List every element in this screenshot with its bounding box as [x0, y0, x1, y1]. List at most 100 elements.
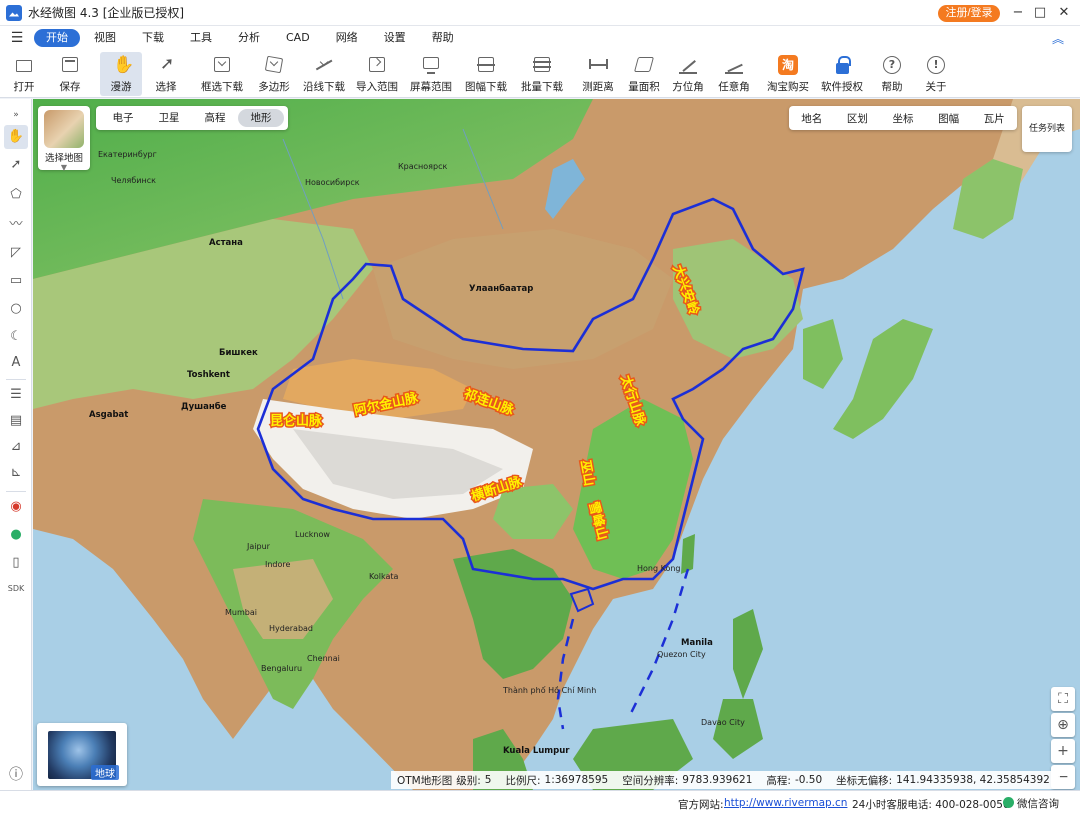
polygon-download-button[interactable]: 多边形 [254, 52, 294, 96]
elevation-value: -0.50 [794, 774, 823, 786]
level-value: 5 [484, 774, 492, 786]
place-label: Красноярск [398, 162, 447, 171]
fullscreen-icon[interactable]: ⛶ [1051, 687, 1075, 711]
measure-distance-button[interactable]: 测距离 [578, 52, 618, 96]
place-label: Lucknow [295, 530, 330, 539]
angle-icon[interactable]: ⊾ [4, 461, 28, 485]
menu-help[interactable]: 帮助 [420, 29, 466, 47]
sheet-download-button[interactable]: 图幅下载 [462, 52, 510, 96]
map-type-tabs: 电子 卫星 高程 地形 [96, 106, 288, 130]
screen-range-button[interactable]: 屏幕范围 [408, 52, 454, 96]
import-range-button[interactable]: 导入范围 [354, 52, 400, 96]
cursor-icon: ➚ [160, 54, 175, 74]
layers-icon[interactable]: ☰ [4, 383, 28, 407]
zoom-in-icon[interactable]: + [1051, 739, 1075, 763]
basemap-selector[interactable]: 选择地图 ▼ [38, 106, 90, 172]
tab-coordinates[interactable]: 坐标 [880, 111, 926, 126]
left-toolbar: » ✋ ➚ ⬠ 〰 ◸ ▭ ○ ☾ A ☰ ▤ ⊿ ⊾ ◉ ● ▯ SDK ⓘ [0, 99, 32, 790]
locate-icon[interactable]: ⊕ [1051, 713, 1075, 737]
taobao-icon: 淘 [777, 54, 799, 76]
tab-terrain[interactable]: 地形 [238, 109, 284, 127]
coordinates-value: 141.94335938, 42.35854392 [896, 774, 1050, 786]
ruler-icon [587, 54, 609, 76]
place-label: Kuala Lumpur [503, 746, 570, 756]
help-icon[interactable]: ⓘ [4, 763, 28, 787]
azimuth-icon [677, 54, 699, 76]
open-button[interactable]: 打开 [6, 52, 42, 96]
tab-electronic[interactable]: 电子 [100, 109, 146, 127]
license-button[interactable]: 软件授权 [818, 52, 866, 96]
menu-analysis[interactable]: 分析 [226, 29, 272, 47]
phone-icon[interactable]: ▯ [4, 551, 28, 575]
toolbar-divider [6, 491, 26, 492]
line-download-button[interactable]: 沿线下载 [300, 52, 348, 96]
place-label: Quezon City [657, 650, 706, 659]
any-angle-button[interactable]: 任意角 [714, 52, 754, 96]
pan-button[interactable]: ✋ 漫游 [100, 52, 142, 96]
batch-download-button[interactable]: 批量下载 [518, 52, 566, 96]
link-icon[interactable]: ● [4, 523, 28, 547]
help-button[interactable]: ? 帮助 [874, 52, 910, 96]
chevron-down-icon: ▼ [60, 163, 68, 172]
save-button[interactable]: 保存 [52, 52, 88, 96]
resolution-value: 9783.939621 [682, 774, 753, 786]
offset-label: 坐标无偏移: [836, 774, 893, 787]
login-button[interactable]: 注册/登录 [938, 5, 1000, 22]
globe-view-button[interactable]: 地球 [37, 723, 127, 786]
area-icon [633, 54, 655, 76]
polygon-icon[interactable]: ⬠ [4, 183, 28, 207]
hotline-text: 24小时客服电话: 400-028-0050 [852, 799, 1010, 811]
site-link[interactable]: http://www.rivermap.cn [724, 797, 847, 809]
flag-icon[interactable]: ◉ [4, 495, 28, 519]
task-list-button[interactable]: 任务列表 [1022, 106, 1072, 152]
ruler-icon[interactable]: ▤ [4, 409, 28, 433]
tab-sheets[interactable]: 图幅 [926, 111, 972, 126]
moon-icon[interactable]: ☾ [4, 325, 28, 349]
menu-cad[interactable]: CAD [274, 29, 322, 47]
hamburger-menu-icon[interactable]: ☰ [0, 30, 34, 46]
rectangle-icon[interactable]: ▭ [4, 269, 28, 293]
close-icon[interactable]: ✕ [1054, 3, 1074, 23]
polygon-icon [263, 54, 285, 76]
about-button[interactable]: ! 关于 [918, 52, 954, 96]
footer-bar: 官方网站: http://www.rivermap.cn 24小时客服电话: 4… [0, 790, 1080, 814]
save-icon [59, 54, 81, 76]
azimuth-button[interactable]: 方位角 [668, 52, 708, 96]
sector-icon[interactable]: ◸ [4, 241, 28, 265]
expand-icon[interactable]: » [4, 103, 28, 127]
text-icon[interactable]: A [4, 351, 28, 375]
place-label: Manila [681, 638, 713, 648]
map-canvas[interactable]: 大兴安岭 太行山脉 巫山 雪峰山 昆仑山脉 阿尔金山脉 祁连山脉 横断山脉 Ек… [33, 99, 1080, 790]
place-label: Indore [265, 560, 291, 569]
menu-tools[interactable]: 工具 [178, 29, 224, 47]
tab-place-names[interactable]: 地名 [789, 111, 835, 126]
maximize-icon[interactable]: □ [1030, 3, 1050, 23]
question-icon: ? [881, 54, 903, 76]
polyline-icon[interactable]: 〰 [4, 213, 28, 237]
select-button[interactable]: ➚ 选择 [148, 52, 184, 96]
batch-icon [531, 54, 553, 76]
wechat-consult-button[interactable]: 微信咨询 [1003, 796, 1075, 811]
import-icon [366, 54, 388, 76]
mark-icon[interactable]: ⊿ [4, 435, 28, 459]
tab-tiles[interactable]: 瓦片 [971, 111, 1017, 126]
menu-view[interactable]: 视图 [82, 29, 128, 47]
menu-start[interactable]: 开始 [34, 29, 80, 47]
taobao-buy-button[interactable]: 淘 淘宝购买 [764, 52, 812, 96]
menu-network[interactable]: 网络 [324, 29, 370, 47]
collapse-ribbon-icon[interactable]: ︽ [1052, 30, 1064, 47]
tab-elevation[interactable]: 高程 [192, 109, 238, 127]
tab-satellite[interactable]: 卫星 [146, 109, 192, 127]
circle-icon[interactable]: ○ [4, 297, 28, 321]
minimize-icon[interactable]: − [1008, 3, 1028, 23]
hand-icon[interactable]: ✋ [4, 125, 28, 149]
title-bar: 水经微图 4.3 [企业版已授权] 注册/登录 − □ ✕ [0, 0, 1080, 26]
menu-settings[interactable]: 设置 [372, 29, 418, 47]
measure-area-button[interactable]: 量面积 [624, 52, 664, 96]
cursor-icon[interactable]: ➚ [4, 153, 28, 177]
tab-districts[interactable]: 区划 [835, 111, 881, 126]
box-download-button[interactable]: 框选下载 [198, 52, 246, 96]
menu-bar: ☰ 开始 视图 下载 工具 分析 CAD 网络 设置 帮助 ︽ [0, 26, 1080, 50]
sdk-icon[interactable]: SDK [4, 577, 28, 601]
menu-download[interactable]: 下载 [130, 29, 176, 47]
